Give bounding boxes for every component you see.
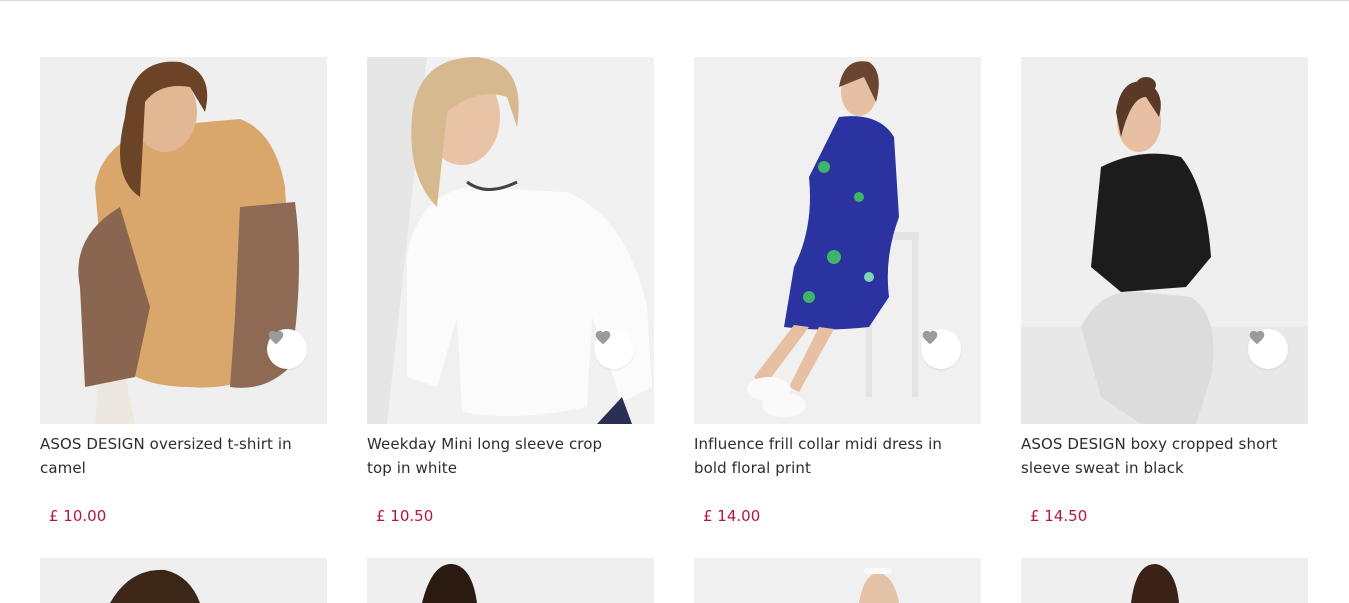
product-photo-partial (367, 558, 654, 603)
heart-icon (268, 330, 284, 345)
product-card[interactable]: Influence frill collar midi dress in bol… (694, 57, 981, 558)
wishlist-button[interactable] (594, 329, 634, 369)
wishlist-button[interactable] (1248, 329, 1288, 369)
product-image[interactable] (694, 57, 981, 424)
product-photo-partial (1021, 558, 1308, 603)
product-card[interactable] (694, 558, 981, 603)
wishlist-button[interactable] (267, 329, 307, 369)
product-title[interactable]: Weekday Mini long sleeve crop top in whi… (367, 432, 627, 480)
product-card[interactable] (40, 558, 327, 603)
product-grid: ASOS DESIGN oversized t-shirt in camel £… (40, 57, 1308, 603)
product-image[interactable] (367, 558, 654, 603)
product-price: £ 14.00 (703, 507, 761, 525)
product-title[interactable]: ASOS DESIGN boxy cropped short sleeve sw… (1021, 432, 1281, 480)
product-photo-black-sweat (1021, 57, 1308, 424)
product-title[interactable]: Influence frill collar midi dress in bol… (694, 432, 954, 480)
product-photo-partial (40, 558, 327, 603)
heart-icon (922, 330, 938, 345)
product-photo-camel-tshirt (40, 57, 327, 424)
product-image[interactable] (40, 558, 327, 603)
product-photo-white-crop-top (367, 57, 654, 424)
product-image[interactable] (40, 57, 327, 424)
product-photo-floral-dress (694, 57, 981, 424)
heart-icon (595, 330, 611, 345)
product-title[interactable]: ASOS DESIGN oversized t-shirt in camel (40, 432, 300, 480)
heart-icon (1249, 330, 1265, 345)
product-image[interactable] (1021, 57, 1308, 424)
product-card[interactable]: ASOS DESIGN boxy cropped short sleeve sw… (1021, 57, 1308, 558)
product-price: £ 14.50 (1030, 507, 1088, 525)
top-divider (0, 0, 1349, 1)
wishlist-button[interactable] (921, 329, 961, 369)
product-price: £ 10.50 (376, 507, 434, 525)
product-card[interactable] (1021, 558, 1308, 603)
product-image[interactable] (367, 57, 654, 424)
product-card[interactable]: ASOS DESIGN oversized t-shirt in camel £… (40, 57, 327, 558)
product-price: £ 10.00 (49, 507, 107, 525)
product-card[interactable]: Weekday Mini long sleeve crop top in whi… (367, 57, 654, 558)
product-card[interactable] (367, 558, 654, 603)
product-photo-partial (694, 558, 981, 603)
product-image[interactable] (1021, 558, 1308, 603)
product-image[interactable] (694, 558, 981, 603)
